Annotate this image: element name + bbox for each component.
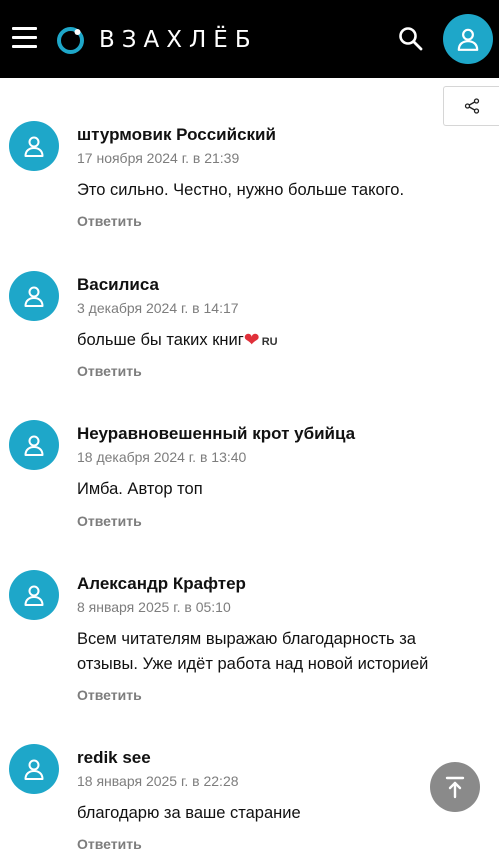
comment-date: 17 ноября 2024 г. в 21:39 (77, 150, 240, 166)
comment-item: Неуравновешенный крот убийца 18 декабря … (0, 420, 440, 530)
comment-author[interactable]: Неуравновешенный крот убийца (77, 424, 355, 444)
user-icon (24, 585, 44, 606)
user-icon (24, 759, 44, 780)
comment-item: Василиса 3 декабря 2024 г. в 14:17 больш… (0, 271, 440, 381)
comment-text: благодарю за ваше старание (77, 804, 301, 822)
comment-text: больше бы таких книг (77, 331, 244, 349)
site-logo[interactable]: ВЗАХЛЁБ (56, 24, 258, 56)
comment-date: 18 января 2025 г. в 22:28 (77, 773, 239, 789)
reply-button[interactable]: Ответить (77, 513, 142, 529)
avatar[interactable] (9, 744, 59, 794)
comment-text: Всем читателям выражаю благодарность за … (77, 630, 429, 673)
comment-author[interactable]: штурмовик Российский (77, 125, 276, 145)
reply-button[interactable]: Ответить (77, 213, 142, 229)
comment-item: штурмовик Российский 17 ноября 2024 г. в… (0, 121, 440, 231)
comment-text: Имба. Автор топ (77, 480, 203, 498)
user-icon (24, 286, 44, 307)
flag-ru-label: RU (261, 336, 278, 348)
menu-icon[interactable] (12, 27, 37, 49)
logo-ring-icon (57, 26, 84, 54)
avatar[interactable] (9, 420, 59, 470)
comment-author[interactable]: Александр Крафтер (77, 574, 246, 594)
top-navigation-bar: ВЗАХЛЁБ (0, 0, 499, 78)
share-icon (464, 98, 479, 114)
reply-button[interactable]: Ответить (77, 687, 142, 703)
comment-author[interactable]: Василиса (77, 275, 159, 295)
user-account-button[interactable] (443, 14, 493, 64)
comment-text-container: больше бы таких книг❤ RU (77, 328, 477, 355)
comment-date: 8 января 2025 г. в 05:10 (77, 599, 231, 615)
user-icon (457, 28, 479, 51)
heart-emoji-icon: ❤ (243, 330, 260, 351)
reply-button[interactable]: Ответить (77, 363, 142, 379)
arrow-up-to-line-icon (445, 776, 465, 799)
comment-item: redik see 18 января 2025 г. в 22:28 благ… (0, 744, 440, 859)
logo-text: ВЗАХЛЁБ (99, 27, 258, 53)
avatar[interactable] (9, 271, 59, 321)
comment-author[interactable]: redik see (77, 748, 151, 768)
user-icon (24, 136, 44, 157)
comment-date: 18 декабря 2024 г. в 13:40 (77, 449, 247, 465)
comment-item: Александр Крафтер 8 января 2025 г. в 05:… (0, 570, 440, 705)
search-icon[interactable] (398, 26, 424, 52)
avatar[interactable] (9, 570, 59, 620)
user-icon (24, 435, 44, 456)
scroll-to-top-button[interactable] (430, 762, 480, 812)
comment-text: Это сильно. Честно, нужно больше такого. (77, 181, 405, 199)
reply-button[interactable]: Ответить (77, 836, 142, 852)
avatar[interactable] (9, 121, 59, 171)
comment-date: 3 декабря 2024 г. в 14:17 (77, 300, 239, 316)
share-button[interactable] (443, 86, 499, 126)
